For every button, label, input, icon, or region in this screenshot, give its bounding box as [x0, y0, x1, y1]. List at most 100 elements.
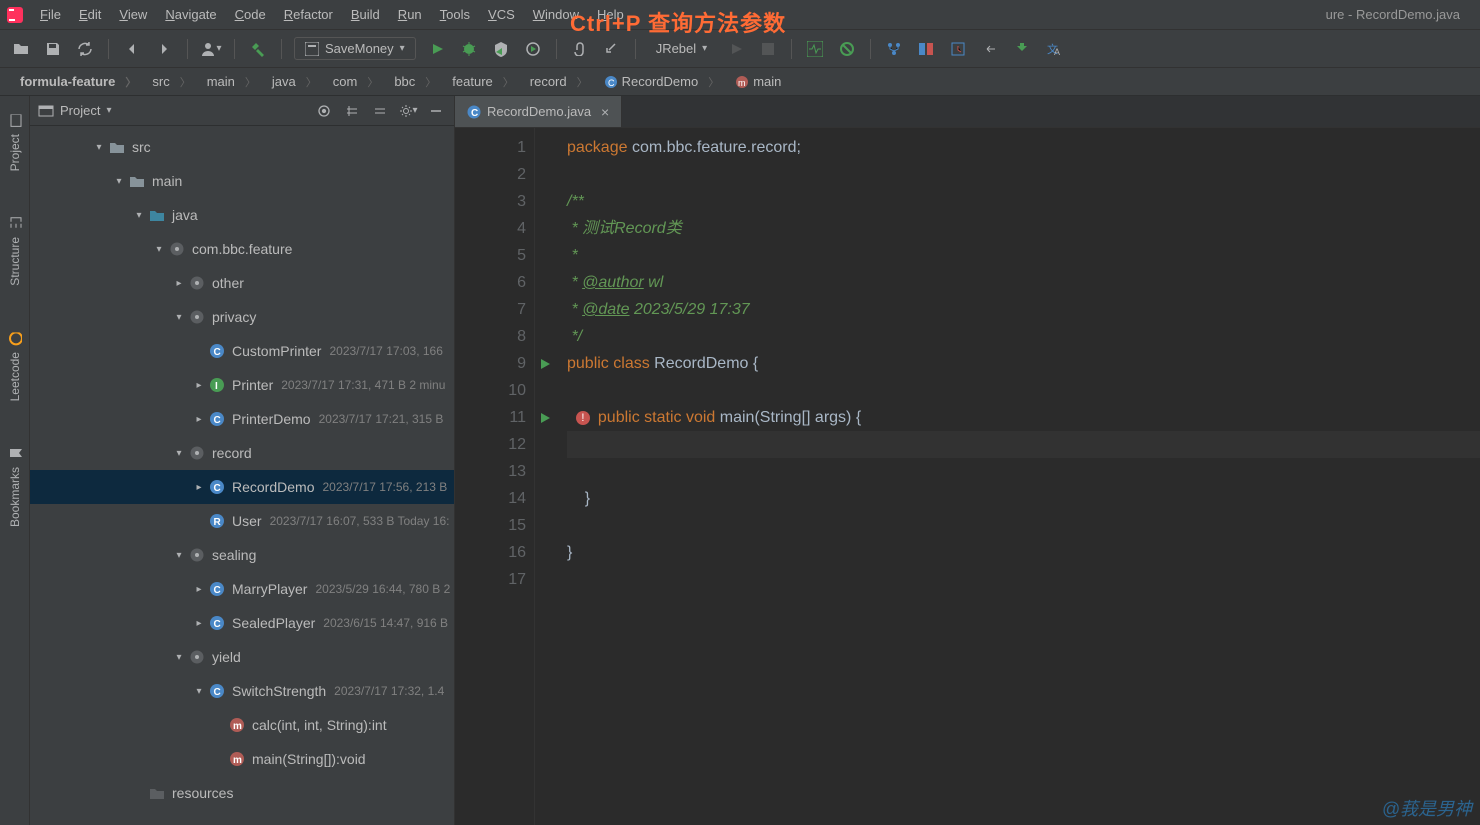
profile-run-icon[interactable]	[522, 38, 544, 60]
tree-node[interactable]: mcalc(int, int, String):int	[30, 708, 454, 742]
menu-run[interactable]: Run	[390, 3, 430, 26]
history-icon[interactable]	[947, 38, 969, 60]
tree-arrow-icon[interactable]: ▾	[170, 312, 188, 323]
menu-file[interactable]: File	[32, 3, 69, 26]
project-tree[interactable]: ▾src▾main▾java▾com.bbc.feature▸other▾pri…	[30, 126, 454, 825]
method-icon: m	[228, 717, 246, 733]
tree-node[interactable]: ▾privacy	[30, 300, 454, 334]
select-opened-file-icon[interactable]	[314, 101, 334, 121]
rollback-icon[interactable]	[979, 38, 1001, 60]
tree-arrow-icon[interactable]: ▾	[130, 210, 148, 221]
expand-all-icon[interactable]	[342, 101, 362, 121]
tree-node[interactable]: ▾yield	[30, 640, 454, 674]
tree-node[interactable]: ▾main	[30, 164, 454, 198]
editor-tab[interactable]: C RecordDemo.java ×	[455, 96, 622, 127]
tool-tab-leetcode[interactable]: Leetcode	[4, 324, 26, 409]
tree-node[interactable]: ▾record	[30, 436, 454, 470]
run-icon[interactable]	[426, 38, 448, 60]
tree-node[interactable]: RUser2023/7/17 16:07, 533 B Today 16:	[30, 504, 454, 538]
tree-arrow-icon[interactable]: ▾	[170, 448, 188, 459]
tool-tab-bookmarks[interactable]: Bookmarks	[4, 439, 26, 535]
menu-code[interactable]: Code	[227, 3, 274, 26]
tree-node[interactable]: ▾com.bbc.feature	[30, 232, 454, 266]
tool-tab-project[interactable]: Project	[4, 106, 26, 179]
hide-icon[interactable]	[426, 101, 446, 121]
menu-tools[interactable]: Tools	[432, 3, 478, 26]
build-hammer-icon[interactable]	[247, 38, 269, 60]
folder-icon	[128, 173, 146, 189]
collapse-all-icon[interactable]	[370, 101, 390, 121]
save-icon[interactable]	[42, 38, 64, 60]
run-configuration-selector[interactable]: SaveMoney ▾	[294, 37, 416, 60]
close-icon[interactable]: ×	[597, 104, 609, 120]
tree-node[interactable]: ▸CSealedPlayer2023/6/15 14:47, 916 B	[30, 606, 454, 640]
breadcrumb-item[interactable]: mmain	[727, 72, 799, 91]
refresh-icon[interactable]	[74, 38, 96, 60]
diff-icon[interactable]	[915, 38, 937, 60]
activity-icon[interactable]	[804, 38, 826, 60]
stop-icon[interactable]	[757, 38, 779, 60]
tree-arrow-icon[interactable]: ▾	[170, 550, 188, 561]
project-view-selector[interactable]: Project ▾	[38, 103, 112, 119]
tree-node[interactable]: mmain(String[]):void	[30, 742, 454, 776]
tree-arrow-icon[interactable]: ▸	[190, 414, 208, 425]
attach-icon[interactable]	[569, 38, 591, 60]
open-icon[interactable]	[10, 38, 32, 60]
breadcrumb-item[interactable]: src	[144, 72, 198, 92]
breadcrumb-item[interactable]: formula-feature	[12, 72, 144, 92]
run-line-icon[interactable]	[539, 358, 551, 370]
run-config-label: SaveMoney	[325, 41, 394, 56]
svg-text:C: C	[214, 687, 221, 698]
tree-arrow-icon[interactable]: ▸	[190, 380, 208, 391]
coverage-icon[interactable]	[490, 38, 512, 60]
tree-node[interactable]: ▾java	[30, 198, 454, 232]
tree-node[interactable]: ▾src	[30, 130, 454, 164]
tree-arrow-icon[interactable]: ▸	[170, 278, 188, 289]
git-icon[interactable]	[883, 38, 905, 60]
breadcrumb-item[interactable]: com	[325, 72, 387, 92]
code-editor[interactable]: 1234567891011121314151617 package com.bb…	[455, 128, 1480, 825]
tree-arrow-icon[interactable]: ▸	[190, 584, 208, 595]
jrebel-run-icon[interactable]	[725, 38, 747, 60]
breadcrumb-item[interactable]: main	[199, 72, 264, 92]
settings-icon[interactable]: ▾	[398, 101, 418, 121]
breadcrumb-item[interactable]: feature	[444, 72, 521, 92]
tree-node[interactable]: ▾sealing	[30, 538, 454, 572]
menu-edit[interactable]: Edit	[71, 3, 109, 26]
translate-icon[interactable]: 文A	[1043, 38, 1065, 60]
tree-node[interactable]: ▸CMarryPlayer2023/5/29 16:44, 780 B 2	[30, 572, 454, 606]
jrebel-selector[interactable]: JRebel ▾	[648, 38, 716, 59]
tree-arrow-icon[interactable]: ▾	[170, 652, 188, 663]
menu-view[interactable]: View	[111, 3, 155, 26]
tree-node[interactable]: ▾CSwitchStrength2023/7/17 17:32, 1.4	[30, 674, 454, 708]
menu-vcs[interactable]: VCS	[480, 3, 523, 26]
menu-build[interactable]: Build	[343, 3, 388, 26]
breadcrumb-item[interactable]: CRecordDemo	[596, 72, 728, 92]
tree-node[interactable]: ▸IPrinter2023/7/17 17:31, 471 B 2 minu	[30, 368, 454, 402]
debug-icon[interactable]	[458, 38, 480, 60]
tree-node[interactable]: ▸other	[30, 266, 454, 300]
tree-arrow-icon[interactable]: ▾	[150, 244, 168, 255]
profile-icon[interactable]: ▾	[200, 38, 222, 60]
tree-node[interactable]: ▸CPrinterDemo2023/7/17 17:21, 315 B	[30, 402, 454, 436]
plugin-icon[interactable]	[1011, 38, 1033, 60]
tool-tab-structure[interactable]: Structure	[4, 209, 26, 294]
run-line-icon[interactable]	[539, 412, 551, 424]
nosign-icon[interactable]	[836, 38, 858, 60]
tree-arrow-icon[interactable]: ▸	[190, 618, 208, 629]
back-icon[interactable]	[121, 38, 143, 60]
tree-node[interactable]: CCustomPrinter2023/7/17 17:03, 166	[30, 334, 454, 368]
forward-icon[interactable]	[153, 38, 175, 60]
menu-refactor[interactable]: Refactor	[276, 3, 341, 26]
shrink-icon[interactable]	[601, 38, 623, 60]
breadcrumb-item[interactable]: bbc	[386, 72, 444, 92]
tree-arrow-icon[interactable]: ▾	[110, 176, 128, 187]
breadcrumb-item[interactable]: record	[522, 72, 596, 92]
tree-arrow-icon[interactable]: ▸	[190, 482, 208, 493]
tree-node[interactable]: ▸CRecordDemo2023/7/17 17:56, 213 B	[30, 470, 454, 504]
tree-arrow-icon[interactable]: ▾	[190, 686, 208, 697]
tree-arrow-icon[interactable]: ▾	[90, 142, 108, 153]
menu-navigate[interactable]: Navigate	[157, 3, 224, 26]
tree-node[interactable]: resources	[30, 776, 454, 810]
breadcrumb-item[interactable]: java	[264, 72, 325, 92]
